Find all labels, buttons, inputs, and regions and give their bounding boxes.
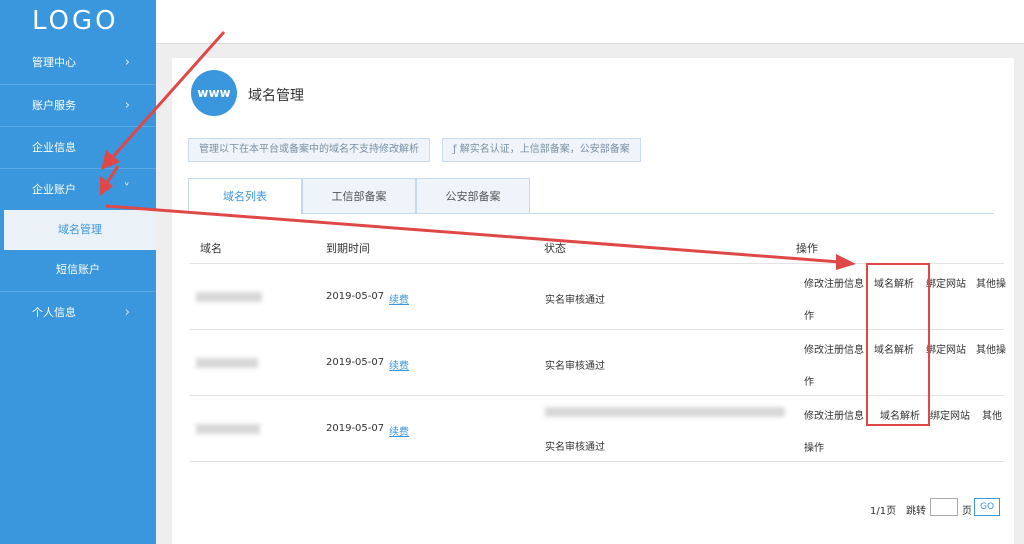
sidebar-subitem-domain-management[interactable]: 域名管理 [4,210,156,250]
annotation-highlight-box [866,263,930,426]
go-button[interactable]: GO [974,498,1000,516]
more-actions-link-cont[interactable]: 作 [804,373,814,388]
chevron-right-icon: › [124,55,130,70]
page-summary: 1/1页 [870,506,897,517]
sidebar-item-company-account[interactable]: 企业账户 ˅ [0,168,156,209]
sidebar-item-label: 企业信息 [32,141,76,154]
renew-link[interactable]: 续费 [389,423,409,438]
modify-registration-link[interactable]: 修改注册信息 [804,275,864,290]
status-text: 实名审核通过 [545,442,605,453]
www-icon: www [191,70,237,116]
page-jump-input[interactable] [930,498,958,516]
column-header-domain: 域名 [200,242,222,255]
logo: LOGO [32,6,119,36]
notice-unsupported: 管理以下在本平台或备案中的域名不支持修改解析 [188,138,430,162]
bind-site-link[interactable]: 绑定网站 [926,341,966,356]
modify-registration-link[interactable]: 修改注册信息 [804,341,864,356]
more-actions-link-cont[interactable]: 作 [804,307,814,322]
status-text: 实名审核通过 [545,295,605,306]
page-unit-label: 页 [962,506,972,517]
tab-police-record[interactable]: 公安部备案 [416,178,530,213]
sidebar-item-label: 企业账户 [32,183,76,196]
column-header-status: 状态 [544,242,566,255]
sidebar-subitem-sms-account[interactable]: 短信账户 [0,250,156,290]
status-text: 实名审核通过 [545,361,605,372]
expire-date: 2019-05-07 [326,423,385,434]
chevron-right-icon: › [124,305,130,320]
more-actions-link-cont[interactable]: 操作 [804,439,824,454]
tab-bar: 域名列表 工信部备案 公安部备案 [188,178,994,214]
more-actions-link[interactable]: 其他操 [976,275,1006,290]
status-redacted [545,407,785,417]
expire-date: 2019-05-07 [326,291,385,302]
sidebar-item-account-service[interactable]: 账户服务 › [0,84,156,125]
domain-redacted [196,292,262,302]
sidebar-item-personal-info[interactable]: 个人信息 › [0,291,156,332]
jump-label: 跳转 [906,506,926,517]
page-title: 域名管理 [248,88,304,104]
chevron-right-icon: › [124,98,130,113]
sidebar-item-label: 管理中心 [32,56,76,69]
top-bar [156,0,1024,44]
bind-site-link[interactable]: 绑定网站 [930,407,970,422]
sidebar-item-management-center[interactable]: 管理中心 › [0,42,156,83]
tab-miit-record[interactable]: 工信部备案 [302,178,416,213]
table-header: 域名 到期时间 状态 操作 [190,230,1004,264]
more-actions-link[interactable]: 其他操 [976,341,1006,356]
tab-domain-list[interactable]: 域名列表 [188,178,302,214]
domain-redacted [196,424,260,434]
domain-redacted [196,358,258,368]
modify-registration-link[interactable]: 修改注册信息 [804,407,864,422]
renew-link[interactable]: 续费 [389,357,409,372]
expire-date: 2019-05-07 [326,357,385,368]
bind-site-link[interactable]: 绑定网站 [926,275,966,290]
sidebar: LOGO 管理中心 › 账户服务 › 企业信息 企业账户 ˅ 域名管理 短信账户… [0,0,156,544]
chevron-down-icon: ˅ [123,182,131,197]
notice-verification[interactable]: ƒ 解实名认证，上信部备案，公安部备案 [442,138,641,162]
sidebar-item-company-info[interactable]: 企业信息 [0,126,156,167]
sidebar-item-label: 个人信息 [32,306,76,319]
column-header-expire: 到期时间 [326,242,370,255]
renew-link[interactable]: 续费 [389,291,409,306]
column-header-actions: 操作 [796,242,818,255]
more-actions-link[interactable]: 其他 [982,407,1002,422]
sidebar-item-label: 账户服务 [32,99,76,112]
